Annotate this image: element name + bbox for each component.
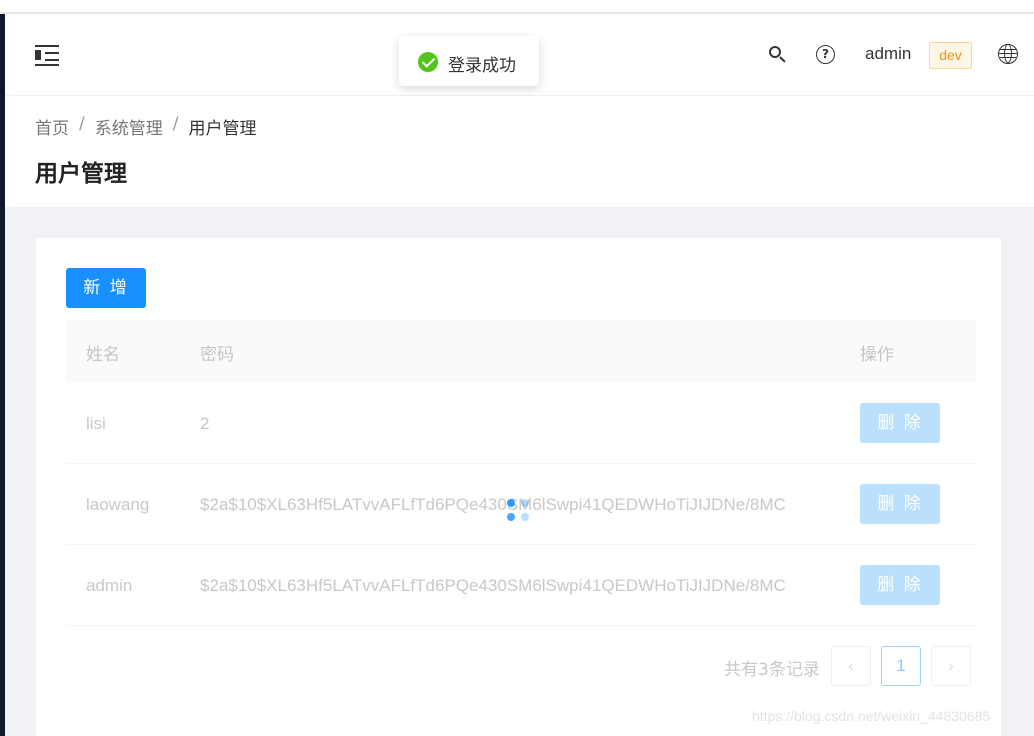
pagination-total: 共有3条记录 <box>724 660 820 680</box>
row-divider <box>66 463 976 464</box>
table-header: 姓名 密码 操作 <box>66 320 976 382</box>
user-name[interactable]: admin <box>865 44 911 64</box>
row-divider <box>66 544 976 545</box>
breadcrumb-item-home[interactable]: 首页 <box>35 114 69 139</box>
row-2-name: laowang <box>86 495 150 514</box>
breadcrumb-item-system[interactable]: 系统管理 <box>95 114 163 139</box>
app-window: ? admin dev 登录成功 首页 / 系统管理 / 用户管理 用户管理 新… <box>0 0 1034 736</box>
question-circle-icon[interactable]: ? <box>816 45 835 64</box>
globe-icon[interactable] <box>998 44 1018 64</box>
success-toast: 登录成功 <box>399 36 539 86</box>
menu-fold-icon[interactable] <box>35 43 59 66</box>
delete-button-row-1[interactable]: 删 除 <box>860 403 940 443</box>
delete-button-row-2[interactable]: 删 除 <box>860 484 940 524</box>
loading-spinner-icon <box>507 499 531 523</box>
row-2-password: $2a$10$XL63Hf5LATvvAFLfTd6PQe430SM6lSwpi… <box>200 495 786 514</box>
row-1-name: lisi <box>86 414 106 433</box>
check-circle-icon <box>418 52 438 72</box>
row-3-name: admin <box>86 576 133 595</box>
pagination-page-button[interactable]: 1 <box>881 646 921 686</box>
delete-button-row-3[interactable]: 删 除 <box>860 565 940 605</box>
column-header-name: 姓名 <box>86 345 120 365</box>
breadcrumb-separator: / <box>79 114 85 134</box>
breadcrumb-item-current: 用户管理 <box>188 119 257 139</box>
env-badge: dev <box>929 42 972 69</box>
page-header: 首页 / 系统管理 / 用户管理 用户管理 <box>5 96 1034 207</box>
breadcrumb-separator: / <box>172 114 179 134</box>
add-user-button[interactable]: 新 增 <box>66 268 146 308</box>
pagination-prev-button[interactable]: ‹ <box>831 646 871 686</box>
pagination-next-button[interactable]: › <box>931 646 971 686</box>
column-header-password: 密码 <box>200 345 234 365</box>
watermark: https://blog.csdn.net/weixin_44830685 <box>752 708 991 724</box>
column-header-action: 操作 <box>860 345 894 365</box>
row-3-password: $2a$10$XL63Hf5LATvvAFLfTd6PQe430SM6lSwpi… <box>200 576 786 595</box>
search-icon[interactable] <box>768 45 788 65</box>
page-title: 用户管理 <box>35 161 127 187</box>
row-divider <box>66 625 976 626</box>
toast-message: 登录成功 <box>448 56 516 76</box>
row-1-password: 2 <box>200 414 210 433</box>
breadcrumb: 首页 / 系统管理 / 用户管理 <box>35 114 256 139</box>
